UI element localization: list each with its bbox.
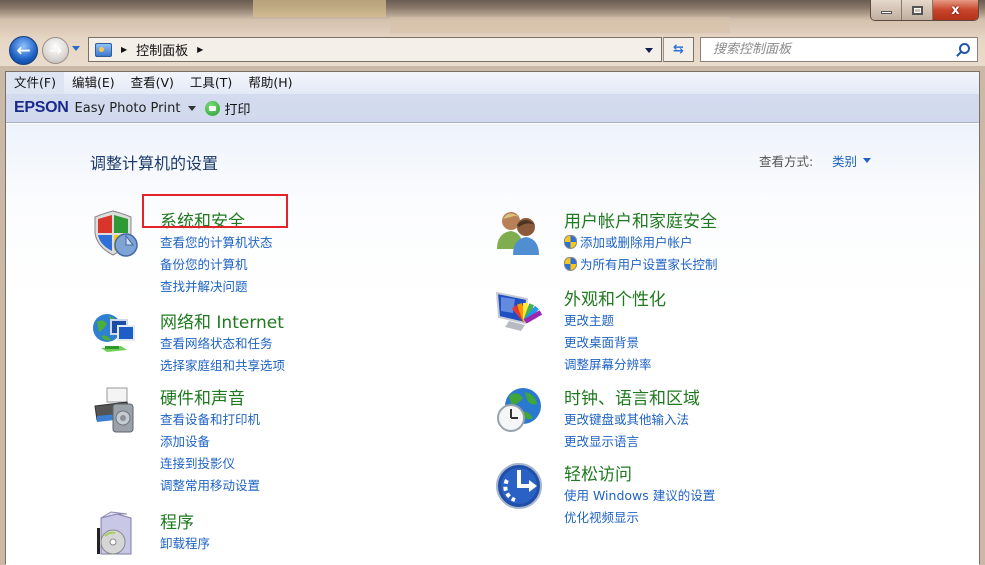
view-by-value[interactable]: 类别 <box>832 151 857 170</box>
back-button[interactable]: ← <box>9 36 38 65</box>
breadcrumb-separator-icon[interactable]: ▶ <box>197 45 203 54</box>
link-backup-computer[interactable]: 备份您的计算机 <box>160 254 248 273</box>
uac-shield-icon <box>564 234 577 249</box>
easy-photo-print-dropdown-icon[interactable] <box>188 105 197 111</box>
menu-edit[interactable]: 编辑(E) <box>64 72 123 94</box>
link-label[interactable]: 添加或删除用户帐户 <box>580 232 693 251</box>
link-optimize-video-display[interactable]: 优化视频显示 <box>564 507 639 526</box>
link-view-computer-status[interactable]: 查看您的计算机状态 <box>160 232 273 251</box>
category-title-clock-language-region[interactable]: 时钟、语言和区域 <box>564 384 700 409</box>
view-by-label: 查看方式: <box>759 154 814 169</box>
category-title-appearance[interactable]: 外观和个性化 <box>564 285 666 310</box>
search-input[interactable] <box>713 42 953 57</box>
category-title-user-accounts[interactable]: 用户帐户和家庭安全 <box>564 207 717 232</box>
background-window-blur <box>253 0 386 17</box>
close-icon: x <box>951 2 960 18</box>
search-box <box>700 37 978 62</box>
toolbar: EPSON Easy Photo Print 打印 <box>6 94 979 123</box>
page-title: 调整计算机的设置 <box>90 154 219 173</box>
maximize-icon <box>911 5 923 15</box>
address-bar[interactable]: ▶ 控制面板 ▶ <box>88 37 662 62</box>
link-add-remove-accounts[interactable]: 添加或删除用户帐户 <box>564 232 693 251</box>
back-arrow-icon: ← <box>16 40 31 61</box>
link-connect-projector[interactable]: 连接到投影仪 <box>160 453 235 472</box>
address-dropdown-icon[interactable] <box>645 48 653 53</box>
uac-shield-icon <box>564 256 577 271</box>
link-parental-controls[interactable]: 为所有用户设置家长控制 <box>564 254 718 273</box>
epson-logo: EPSON <box>14 99 69 116</box>
category-title-hardware-sound[interactable]: 硬件和声音 <box>160 384 245 409</box>
refresh-button[interactable]: ⇆ <box>663 37 694 62</box>
menu-tools[interactable]: 工具(T) <box>182 72 240 94</box>
link-homegroup-sharing[interactable]: 选择家庭组和共享选项 <box>160 355 285 374</box>
menu-bar: 文件(F) 编辑(E) 查看(V) 工具(T) 帮助(H) <box>6 72 979 94</box>
link-devices-printers[interactable]: 查看设备和打印机 <box>160 409 260 428</box>
background-window-blur <box>390 17 730 33</box>
link-change-display-language[interactable]: 更改显示语言 <box>564 431 639 450</box>
window-controls: x <box>870 0 979 21</box>
control-panel-icon <box>95 42 112 57</box>
easy-photo-print-button[interactable]: Easy Photo Print <box>75 101 181 116</box>
minimize-button[interactable] <box>871 0 902 20</box>
link-change-input-method[interactable]: 更改键盘或其他输入法 <box>564 409 689 428</box>
link-uninstall-program[interactable]: 卸载程序 <box>160 533 210 552</box>
category-title-network-internet[interactable]: 网络和 Internet <box>160 308 284 333</box>
chevron-down-icon <box>863 158 872 163</box>
network-icon[interactable] <box>91 310 139 358</box>
recent-pages-dropdown[interactable] <box>72 46 80 51</box>
forward-arrow-icon: → <box>48 41 63 60</box>
explorer-window: 文件(F) 编辑(E) 查看(V) 工具(T) 帮助(H) EPSON Easy… <box>5 71 980 565</box>
link-add-device[interactable]: 添加设备 <box>160 431 210 450</box>
category-title-system-security[interactable]: 系统和安全 <box>160 207 245 232</box>
link-mobility-settings[interactable]: 调整常用移动设置 <box>160 475 260 494</box>
maximize-button[interactable] <box>902 0 933 20</box>
category-title-ease-of-access[interactable]: 轻松访问 <box>564 460 632 485</box>
menu-view[interactable]: 查看(V) <box>123 72 182 94</box>
ease-of-access-icon[interactable] <box>495 462 543 510</box>
link-windows-recommended-settings[interactable]: 使用 Windows 建议的设置 <box>564 485 715 504</box>
link-change-theme[interactable]: 更改主题 <box>564 310 614 329</box>
close-button[interactable]: x <box>933 0 978 20</box>
minimize-icon <box>880 11 892 14</box>
forward-button[interactable]: → <box>42 37 69 64</box>
menu-help[interactable]: 帮助(H) <box>240 72 300 94</box>
appearance-icon[interactable] <box>495 287 543 335</box>
users-icon[interactable] <box>495 209 543 257</box>
breadcrumb-control-panel[interactable]: 控制面板 <box>136 40 188 59</box>
programs-icon[interactable] <box>91 510 139 558</box>
category-title-programs[interactable]: 程序 <box>160 508 194 533</box>
link-troubleshoot[interactable]: 查找并解决问题 <box>160 276 248 295</box>
clock-globe-icon[interactable] <box>495 386 543 434</box>
refresh-icon: ⇆ <box>673 42 684 57</box>
print-icon[interactable] <box>205 100 221 116</box>
link-label[interactable]: 为所有用户设置家长控制 <box>580 254 718 273</box>
link-view-network-status[interactable]: 查看网络状态和任务 <box>160 333 273 352</box>
menu-file[interactable]: 文件(F) <box>6 72 64 94</box>
print-button[interactable]: 打印 <box>224 99 250 118</box>
link-screen-resolution[interactable]: 调整屏幕分辨率 <box>564 354 652 373</box>
control-panel-content: 调整计算机的设置 查看方式: 类别 系统和安全 查看您的计算机状态 备份您的计算… <box>6 124 979 565</box>
breadcrumb-separator-icon[interactable]: ▶ <box>121 45 127 54</box>
link-change-background[interactable]: 更改桌面背景 <box>564 332 639 351</box>
hardware-icon[interactable] <box>91 386 139 434</box>
view-by-dropdown[interactable]: 类别 <box>832 151 872 170</box>
search-icon[interactable] <box>959 43 970 54</box>
shield-icon[interactable] <box>91 209 139 257</box>
